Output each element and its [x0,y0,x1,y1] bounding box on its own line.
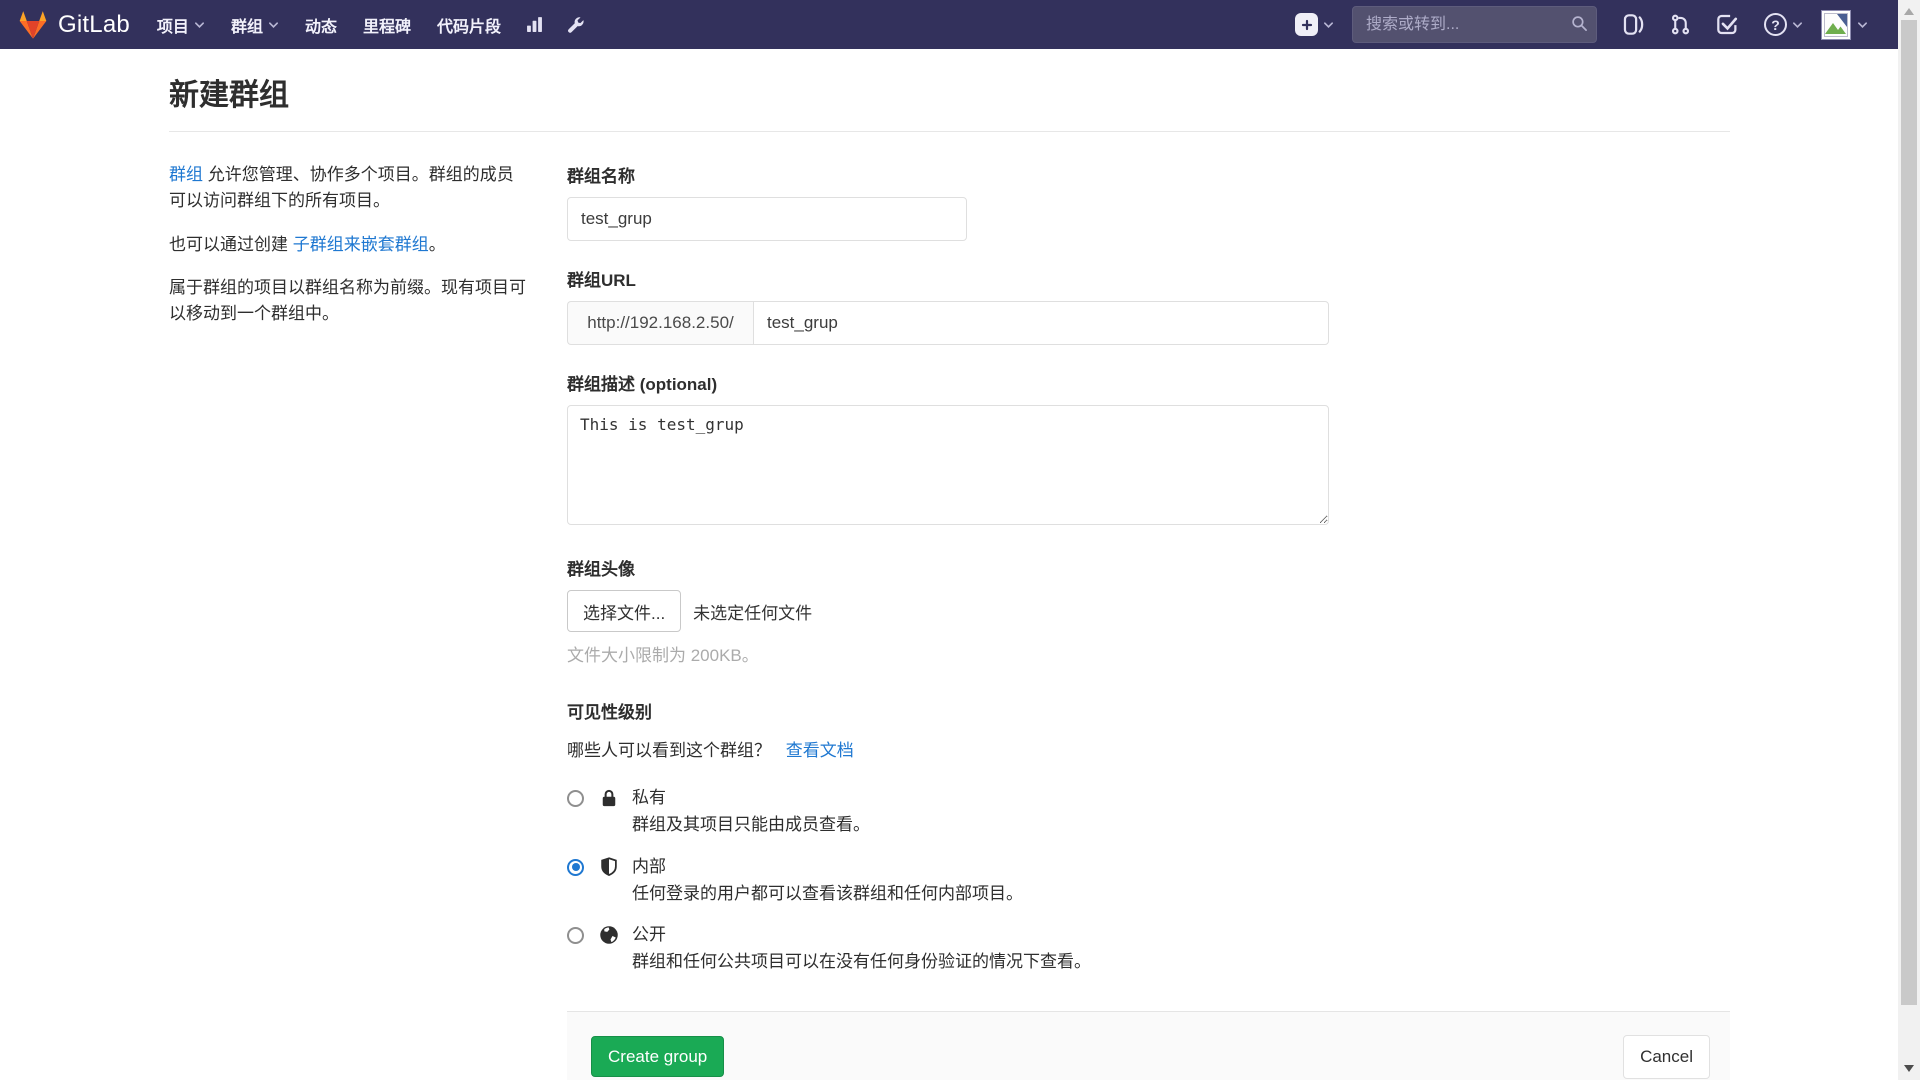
new-group-page: 新建群组 群组 允许您管理、协作多个项目。群组的成员可以访问群组下的所有项目。 … [169,49,1730,1080]
visibility-option-internal: 内部 任何登录的用户都可以查看该群组和任何内部项目。 [567,856,1730,905]
search-input[interactable] [1352,6,1597,43]
lock-icon [599,788,619,808]
internal-label: 内部 [632,856,1023,877]
nav-groups[interactable]: 群组 [218,0,292,49]
private-description: 群组及其项目只能由成员查看。 [632,814,870,835]
groups-link[interactable]: 群组 [169,165,203,184]
visibility-label: 可见性级别 [567,698,1730,723]
broken-image-icon [1824,13,1848,37]
scrollbar-thumb[interactable] [1901,20,1917,1005]
group-help-panel: 群组 允许您管理、协作多个项目。群组的成员可以访问群组下的所有项目。 也可以通过… [169,162,527,1080]
internal-radio[interactable] [567,859,584,876]
group-description-textarea[interactable]: This is test_grup [567,405,1329,525]
gitlab-logo[interactable]: GitLab [17,9,130,40]
help-paragraph: 也可以通过创建 子群组来嵌套群组。 [169,232,527,258]
choose-file-button[interactable]: 选择文件... [567,590,681,632]
todo-check-icon [1717,14,1738,35]
nav-milestones-label: 里程碑 [363,13,411,37]
chevron-down-icon [1792,21,1803,29]
merge-requests-button[interactable] [1662,14,1699,35]
nav-projects-label: 项目 [157,13,189,37]
help-text: 也可以通过创建 [169,235,293,254]
globe-icon [599,925,619,945]
group-url-input[interactable] [753,301,1329,345]
main-menu: 项目 群组 动态 里程碑 代码片段 [144,0,596,49]
nav-groups-label: 群组 [231,13,263,37]
public-description: 群组和任何公共项目可以在没有任何身份验证的情况下查看。 [632,951,1091,972]
no-file-text: 未选定任何文件 [693,599,812,624]
group-url-label: 群组URL [567,266,1730,291]
create-group-button[interactable]: Create group [591,1036,724,1077]
avatar-size-hint: 文件大小限制为 200KB。 [567,641,1730,666]
chevron-down-icon [268,21,279,29]
cancel-button[interactable]: Cancel [1623,1035,1710,1079]
gitlab-logo-text: GitLab [58,11,130,39]
help-text: 。 [429,235,446,254]
group-description-label: 群组描述 (optional) [567,370,1730,395]
page-title: 新建群组 [169,70,1730,114]
issues-icon [1623,14,1644,35]
new-group-form: 群组名称 群组URL http://192.168.2.50/ 群组描述 (op… [567,162,1730,1080]
visibility-option-private: 私有 群组及其项目只能由成员查看。 [567,787,1730,836]
visibility-question: 哪些人可以看到这个群组？ [567,741,771,760]
public-label: 公开 [632,924,1091,945]
bar-chart-icon [526,16,543,33]
group-avatar-label: 群组头像 [567,555,1730,580]
help-paragraph: 属于群组的项目以群组名称为前缀。现有项目可以移动到一个群组中。 [169,275,527,328]
nav-activity-label: 动态 [305,13,337,37]
help-icon: ? [1764,13,1787,36]
chevron-down-icon [194,21,205,29]
subgroups-link[interactable]: 子群组来嵌套群组 [293,235,429,254]
internal-description: 任何登录的用户都可以查看该群组和任何内部项目。 [632,883,1023,904]
issues-button[interactable] [1615,14,1652,35]
group-name-label: 群组名称 [567,162,1730,187]
public-radio[interactable] [567,927,584,944]
wrench-icon [567,16,584,33]
new-menu-button[interactable] [1295,13,1334,36]
scrollbar-down-arrow-icon[interactable] [1904,1065,1914,1072]
chevron-down-icon [1857,21,1868,29]
plus-icon [1295,13,1318,36]
help-menu-button[interactable]: ? [1756,13,1811,36]
group-url-prefix: http://192.168.2.50/ [567,301,753,345]
nav-snippets-label: 代码片段 [437,13,501,37]
group-name-input[interactable] [567,197,967,241]
help-text: 允许您管理、协作多个项目。群组的成员可以访问群组下的所有项目。 [169,165,514,210]
top-navbar: GitLab 项目 群组 动态 里程碑 代码片段 [0,0,1898,49]
nav-admin-button[interactable] [555,0,596,49]
page-scrollbar [1898,0,1920,1080]
label-text: 群组描述 [567,375,635,394]
private-label: 私有 [632,787,870,808]
merge-request-icon [1670,14,1691,35]
nav-activity[interactable]: 动态 [292,0,350,49]
gitlab-tanuki-icon [17,9,49,40]
nav-charts-button[interactable] [514,0,555,49]
visibility-option-public: 公开 群组和任何公共项目可以在没有任何身份验证的情况下查看。 [567,924,1730,973]
user-avatar [1821,10,1851,40]
search-icon [1571,15,1588,32]
global-search [1352,6,1597,43]
nav-snippets[interactable]: 代码片段 [424,0,514,49]
visibility-docs-link[interactable]: 查看文档 [786,741,854,760]
form-actions: Create group Cancel [567,1011,1730,1080]
user-menu-button[interactable] [1821,10,1868,40]
nav-milestones[interactable]: 里程碑 [350,0,424,49]
optional-text: (optional) [635,375,717,394]
scrollbar-up-arrow-icon[interactable] [1904,8,1914,15]
todos-button[interactable] [1709,14,1746,35]
private-radio[interactable] [567,790,584,807]
help-paragraph: 群组 允许您管理、协作多个项目。群组的成员可以访问群组下的所有项目。 [169,162,527,215]
chevron-down-icon [1323,21,1334,29]
shield-icon [599,857,619,877]
nav-projects[interactable]: 项目 [144,0,218,49]
